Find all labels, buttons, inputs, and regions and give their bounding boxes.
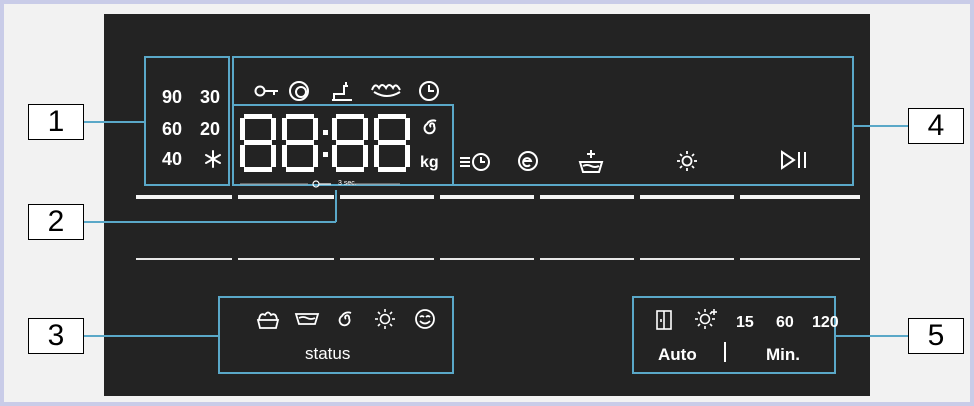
weight-unit: kg [420, 154, 439, 171]
clock-icon [419, 81, 439, 101]
snowflake-icon[interactable] [204, 150, 222, 168]
button-bar[interactable] [340, 195, 434, 199]
finished-status-icon [415, 309, 435, 329]
program-bar[interactable] [640, 258, 734, 260]
button-bar[interactable] [238, 195, 334, 199]
prewash-status-icon [256, 311, 280, 329]
callout-2: 2 [28, 204, 84, 240]
dry-status-icon [375, 309, 395, 329]
eco-icon[interactable] [516, 150, 540, 172]
display-underline [240, 183, 400, 185]
time-display [240, 114, 410, 172]
tap-icon [332, 82, 352, 101]
button-bar[interactable] [440, 195, 534, 199]
temp-40[interactable]: 40 [162, 150, 182, 168]
button-bar[interactable] [740, 195, 860, 199]
program-bar[interactable] [540, 258, 634, 260]
temp-30[interactable]: 30 [200, 88, 220, 106]
program-bar[interactable] [440, 258, 534, 260]
time-120[interactable]: 120 [812, 314, 839, 332]
wash-status-icon [294, 313, 320, 325]
callout-1: 1 [28, 104, 84, 140]
drum-clean-icon [289, 81, 309, 101]
min-label[interactable]: Min. [766, 346, 800, 364]
program-bar[interactable] [340, 258, 434, 260]
button-bar[interactable] [136, 195, 232, 199]
time-60[interactable]: 60 [776, 314, 794, 332]
start-pause-icon[interactable] [780, 150, 808, 170]
dry-time-icon [695, 309, 717, 329]
temp-60[interactable]: 60 [162, 120, 182, 138]
callout-3: 3 [28, 318, 84, 354]
program-bar[interactable] [136, 258, 232, 260]
callout-4: 4 [908, 108, 964, 144]
callout-5: 5 [908, 318, 964, 354]
status-label: status [305, 344, 351, 363]
spin-status-icon [338, 311, 352, 327]
time-15[interactable]: 15 [736, 314, 754, 332]
prewash-icon [371, 84, 401, 97]
auto-label[interactable]: Auto [658, 346, 697, 364]
mode-divider [724, 342, 726, 362]
delay-start-icon[interactable] [458, 150, 492, 172]
button-bar[interactable] [540, 195, 634, 199]
door-icon [656, 310, 672, 330]
button-bar[interactable] [640, 195, 734, 199]
spin-icon [423, 119, 437, 135]
temp-20[interactable]: 20 [200, 120, 220, 138]
sun-icon[interactable] [676, 150, 698, 172]
program-bar[interactable] [238, 258, 334, 260]
leader-lines [84, 121, 908, 337]
extra-rinse-icon[interactable] [578, 148, 604, 174]
key-lock-icon [254, 85, 278, 97]
program-bar[interactable] [740, 258, 860, 260]
temp-90[interactable]: 90 [162, 88, 182, 106]
